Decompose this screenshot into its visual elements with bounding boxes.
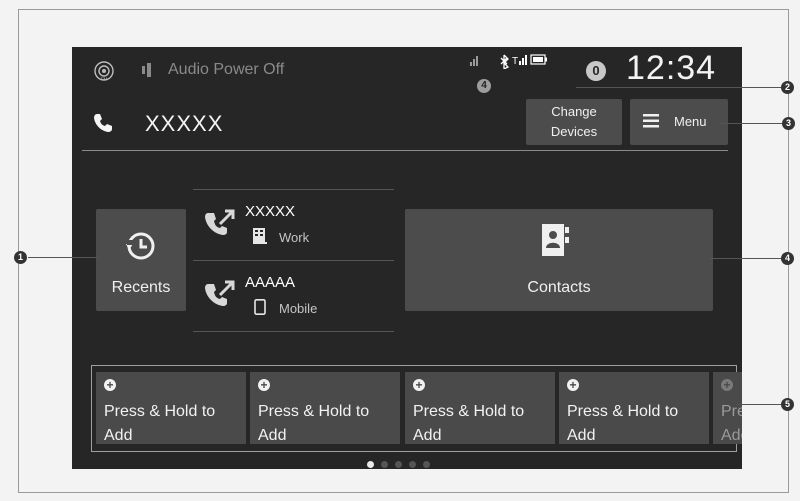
speed-dial-label: Press & Hold to: [721, 403, 742, 420]
page-dot[interactable]: [423, 461, 430, 468]
speed-dial-label: Add: [567, 427, 596, 444]
speed-dial-label: Press & Hold to: [567, 403, 679, 420]
callout-leader: [736, 404, 782, 405]
outgoing-call-icon: [205, 280, 235, 306]
recents-label: Recents: [111, 279, 171, 296]
audio-status: Audio Power Off: [168, 61, 285, 78]
speed-dial-slot[interactable]: + Press & Hold to Add: [559, 372, 709, 444]
speed-dial-slot[interactable]: + Press & Hold to Add: [96, 372, 246, 444]
recent-call-type: Mobile: [279, 301, 318, 316]
phone-screen: FM Audio Power Off T 4 0 12:34 XXXXX Cha…: [72, 47, 742, 469]
notification-count-badge: 4: [477, 79, 491, 93]
change-devices-button[interactable]: Change Devices: [526, 99, 622, 145]
speed-dial-label: Add: [413, 427, 442, 444]
menu-label: Menu: [674, 114, 707, 129]
recent-call-item[interactable]: AAAAA Mobile: [193, 261, 394, 332]
change-devices-label-line1: Change: [551, 104, 597, 119]
recent-call-name: AAAAA: [245, 274, 296, 291]
callout-marker: 2: [781, 81, 794, 94]
recent-call-name: XXXXX: [245, 203, 296, 220]
bluetooth-icon: [500, 54, 510, 69]
callout-leader: [28, 257, 99, 258]
callout-marker: 1: [14, 251, 27, 264]
callout-leader: [720, 123, 783, 124]
callout-marker: 5: [781, 398, 794, 411]
message-count-badge: 0: [586, 61, 606, 81]
callout-marker: 3: [782, 117, 795, 130]
signal-bars-icon: T: [512, 55, 527, 67]
clock: 12:34: [626, 49, 717, 87]
speed-dial-slot[interactable]: + Press & Hold to Add: [250, 372, 400, 444]
speed-dial-label: Add: [104, 427, 133, 444]
contacts-label: Contacts: [527, 279, 591, 296]
recent-call-item[interactable]: XXXXX Work: [193, 189, 394, 261]
page-indicator[interactable]: [367, 455, 437, 469]
speed-dial-slot[interactable]: + Press & Hold to Add: [405, 372, 555, 444]
speed-dial-label: Add: [721, 427, 742, 444]
connected-device-name: XXXXX: [145, 111, 224, 136]
phone-signal-icon: [470, 56, 478, 66]
speed-dial-label: Press & Hold to: [258, 403, 370, 420]
page-dot[interactable]: [395, 461, 402, 468]
phone-handset-icon: [94, 114, 112, 132]
audio-speaker-icon: [142, 63, 151, 77]
mobile-phone-icon: [254, 299, 266, 315]
svg-text:T: T: [512, 56, 518, 67]
callout-marker: 4: [781, 252, 794, 265]
speed-dial-label: Press & Hold to: [104, 403, 216, 420]
recents-button[interactable]: Recents: [96, 209, 186, 311]
page-dot-active[interactable]: [367, 461, 374, 468]
svg-text:FM: FM: [101, 77, 108, 82]
building-icon: [253, 228, 267, 244]
change-devices-label-line2: Devices: [550, 124, 598, 139]
plus-icon: +: [721, 379, 733, 391]
hamburger-menu-icon: [643, 114, 659, 128]
plus-icon: +: [567, 379, 579, 391]
page-dot[interactable]: [381, 461, 388, 468]
speed-dial-label: Press & Hold to: [413, 403, 525, 420]
contacts-book-icon: [542, 224, 569, 256]
battery-icon: [530, 54, 547, 65]
callout-leader: [710, 258, 782, 259]
menu-button[interactable]: Menu: [630, 99, 728, 145]
plus-icon: +: [413, 379, 425, 391]
plus-icon: +: [258, 379, 270, 391]
header-divider: [82, 150, 728, 151]
page-dot[interactable]: [409, 461, 416, 468]
contacts-button[interactable]: Contacts: [405, 209, 713, 311]
clock-history-icon: [126, 232, 155, 260]
speed-dial-label: Add: [258, 427, 287, 444]
fm-radio-icon[interactable]: FM: [94, 61, 114, 81]
outgoing-call-icon: [205, 209, 235, 235]
recent-call-type: Work: [279, 230, 310, 245]
plus-icon: +: [104, 379, 116, 391]
status-icons: T: [470, 54, 547, 69]
callout-leader: [576, 87, 782, 88]
speed-dial-slot[interactable]: + Press & Hold to Add: [713, 372, 742, 444]
